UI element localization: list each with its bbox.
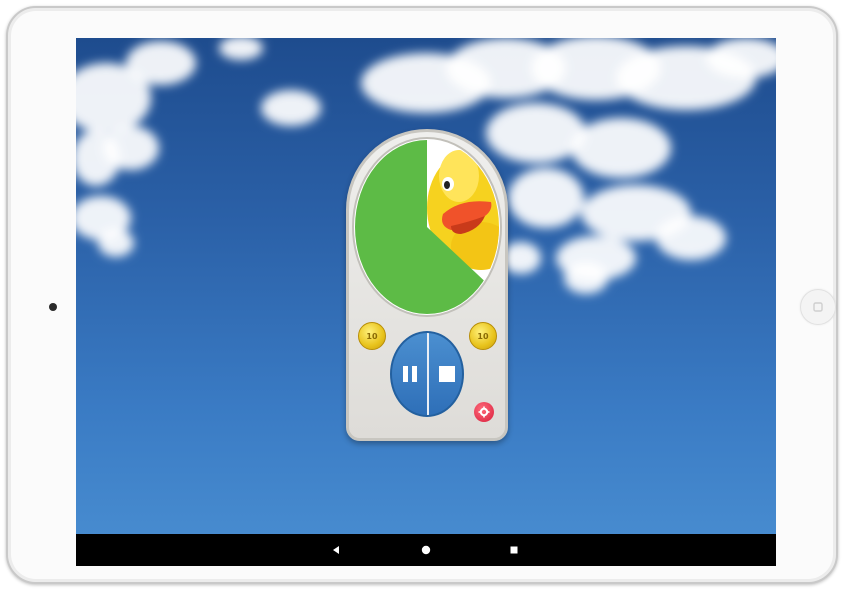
android-nav-bar bbox=[76, 534, 776, 566]
pause-icon bbox=[402, 366, 417, 382]
home-button-icon[interactable] bbox=[800, 289, 836, 325]
back-button[interactable] bbox=[326, 540, 346, 560]
subtract-time-button[interactable]: 10 bbox=[469, 322, 497, 350]
home-circle-icon bbox=[421, 545, 431, 555]
recent-square-icon bbox=[510, 546, 518, 554]
pause-button[interactable] bbox=[392, 333, 427, 415]
visual-timer: 10 10 bbox=[346, 129, 508, 441]
add-time-button[interactable]: 10 bbox=[358, 322, 386, 350]
settings-button[interactable] bbox=[474, 402, 494, 422]
stop-icon bbox=[438, 366, 455, 382]
gear-icon bbox=[478, 406, 490, 418]
app-screen: 10 10 bbox=[76, 38, 776, 566]
add-time-label: 10 bbox=[366, 331, 378, 341]
back-triangle-icon bbox=[333, 546, 339, 554]
subtract-time-label: 10 bbox=[477, 331, 489, 341]
recent-apps-button[interactable] bbox=[504, 540, 524, 560]
stop-button[interactable] bbox=[429, 333, 462, 415]
playback-controls bbox=[390, 331, 464, 417]
home-button[interactable] bbox=[416, 540, 436, 560]
camera-dot bbox=[49, 303, 57, 311]
timer-dial bbox=[352, 137, 502, 317]
